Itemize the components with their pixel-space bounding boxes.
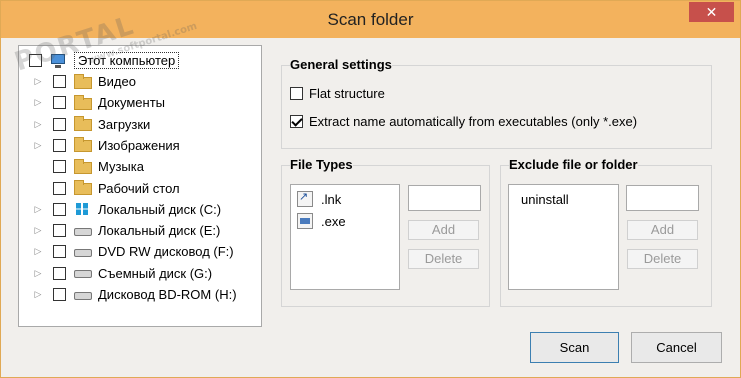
file-type-delete-button[interactable]: Delete: [408, 249, 479, 269]
scan-folder-dialog: Scan folder ✕ Этот компьютер ▷ Видео ▷ Доку…: [0, 0, 741, 378]
tree-item-checkbox[interactable]: [53, 75, 66, 88]
expand-arrow-icon[interactable]: ▷: [31, 289, 45, 300]
tree-item-label: Документы: [98, 95, 166, 111]
file-types-list[interactable]: .lnk .exe: [290, 184, 400, 290]
tree-item-checkbox[interactable]: [53, 96, 66, 110]
close-icon: ✕: [705, 4, 718, 20]
tree-item-label: Загрузки: [98, 116, 151, 132]
folder-desktop-icon: [74, 180, 94, 196]
bd-drive-icon: [74, 287, 94, 303]
file-type-add-button[interactable]: Add: [408, 220, 479, 240]
exclude-title: Exclude file or folder: [509, 157, 638, 172]
exclude-delete-button[interactable]: Delete: [627, 249, 698, 269]
tree-item-label: Локальный диск (C:): [98, 201, 222, 217]
folder-videos-icon: [74, 73, 94, 90]
tree-item-label: Видео: [98, 74, 136, 89]
tree-item-label: Музыка: [98, 159, 144, 175]
drive-icon: [74, 223, 94, 239]
tree-item[interactable]: Музыка: [31, 156, 144, 177]
tree-root-row[interactable]: Этот компьютер: [29, 50, 180, 71]
flat-structure-label: Flat structure: [309, 86, 385, 101]
folder-documents-icon: [74, 94, 94, 111]
removable-drive-icon: [74, 265, 94, 281]
tree-item-checkbox[interactable]: [53, 138, 66, 152]
expand-arrow-icon[interactable]: ▷: [31, 225, 45, 236]
tree-item-checkbox[interactable]: [53, 160, 66, 174]
exclude-list[interactable]: uninstall: [508, 184, 619, 290]
flat-structure-option[interactable]: Flat structure: [290, 86, 385, 101]
expand-arrow-icon[interactable]: ▷: [31, 119, 45, 130]
file-types-group: File Types .lnk .exe Add Delete: [281, 157, 490, 307]
flat-structure-checkbox[interactable]: [290, 87, 303, 100]
expand-arrow-icon[interactable]: ▷: [31, 204, 45, 215]
exclude-input[interactable]: [626, 185, 699, 211]
tree-item[interactable]: ▷ Документы: [31, 92, 165, 113]
exe-file-icon: [297, 213, 313, 229]
exclude-add-button[interactable]: Add: [627, 220, 698, 240]
expand-arrow-icon[interactable]: ▷: [31, 268, 45, 279]
tree-item-checkbox[interactable]: [53, 181, 66, 195]
tree-item-checkbox[interactable]: [53, 224, 66, 238]
tree-item-label: Съемный диск (G:): [98, 265, 213, 281]
tree-item-label: Дисковод BD-ROM (H:): [98, 287, 237, 302]
tree-item-label: Рабочий стол: [98, 180, 180, 196]
tree-item[interactable]: ▷ Локальный диск (E:): [31, 220, 221, 241]
folder-music-icon: [74, 158, 94, 175]
cancel-button[interactable]: Cancel: [631, 332, 722, 363]
expand-arrow-icon[interactable]: ▷: [31, 140, 45, 151]
tree-item[interactable]: ▷ Дисковод BD-ROM (H:): [31, 284, 237, 305]
file-type-input[interactable]: [408, 185, 481, 211]
shortcut-file-icon: [297, 190, 313, 207]
folder-tree[interactable]: Этот компьютер ▷ Видео ▷ Документы ▷ Загрузки…: [18, 45, 262, 327]
title-bar: Scan folder ✕: [1, 1, 740, 38]
tree-item[interactable]: ▷ Съемный диск (G:): [31, 263, 213, 284]
tree-item-checkbox[interactable]: [53, 245, 66, 259]
tree-item-checkbox[interactable]: [53, 202, 66, 216]
tree-item[interactable]: ▷ DVD RW дисковод (F:): [31, 241, 234, 262]
dvd-drive-icon: [74, 244, 94, 260]
tree-item[interactable]: ▷ Видео: [31, 71, 136, 92]
tree-item-checkbox[interactable]: [53, 288, 66, 301]
extract-name-checkbox[interactable]: [290, 115, 303, 128]
expand-arrow-icon[interactable]: ▷: [31, 97, 45, 108]
general-settings-group: General settings Flat structure Extract …: [281, 57, 712, 149]
exclude-group: Exclude file or folder uninstall Add Del…: [500, 157, 712, 307]
list-item[interactable]: .exe: [297, 213, 346, 229]
windows-drive-icon: [74, 201, 94, 217]
list-item[interactable]: uninstall: [521, 192, 569, 207]
tree-item[interactable]: ▷ Локальный диск (C:): [31, 199, 222, 220]
file-type-label: .lnk: [321, 191, 342, 207]
general-settings-title: General settings: [290, 57, 392, 72]
folder-downloads-icon: [74, 116, 94, 132]
file-type-label: .exe: [321, 213, 346, 229]
tree-item[interactable]: ▷ Изображения: [31, 135, 180, 156]
tree-item-label: DVD RW дисковод (F:): [98, 244, 234, 260]
expand-arrow-icon[interactable]: ▷: [31, 246, 45, 257]
file-types-title: File Types: [290, 157, 353, 172]
expand-arrow-icon[interactable]: ▷: [31, 76, 45, 87]
scan-button[interactable]: Scan: [530, 332, 619, 363]
list-item[interactable]: .lnk: [297, 190, 342, 207]
tree-item-label: Изображения: [98, 137, 180, 153]
tree-item[interactable]: Рабочий стол: [31, 178, 180, 199]
tree-root-checkbox[interactable]: [29, 54, 42, 67]
folder-pictures-icon: [74, 137, 94, 153]
window-title: Scan folder: [327, 10, 414, 29]
extract-name-label: Extract name automatically from executab…: [309, 114, 638, 129]
tree-item-checkbox[interactable]: [53, 266, 66, 280]
tree-item-label: Локальный диск (E:): [98, 223, 221, 239]
computer-icon: [50, 53, 70, 69]
tree-item-checkbox[interactable]: [53, 117, 66, 131]
tree-item[interactable]: ▷ Загрузки: [31, 114, 150, 135]
tree-root-label: Этот компьютер: [74, 52, 180, 69]
close-button[interactable]: ✕: [689, 2, 734, 22]
extract-name-option[interactable]: Extract name automatically from executab…: [290, 114, 637, 129]
